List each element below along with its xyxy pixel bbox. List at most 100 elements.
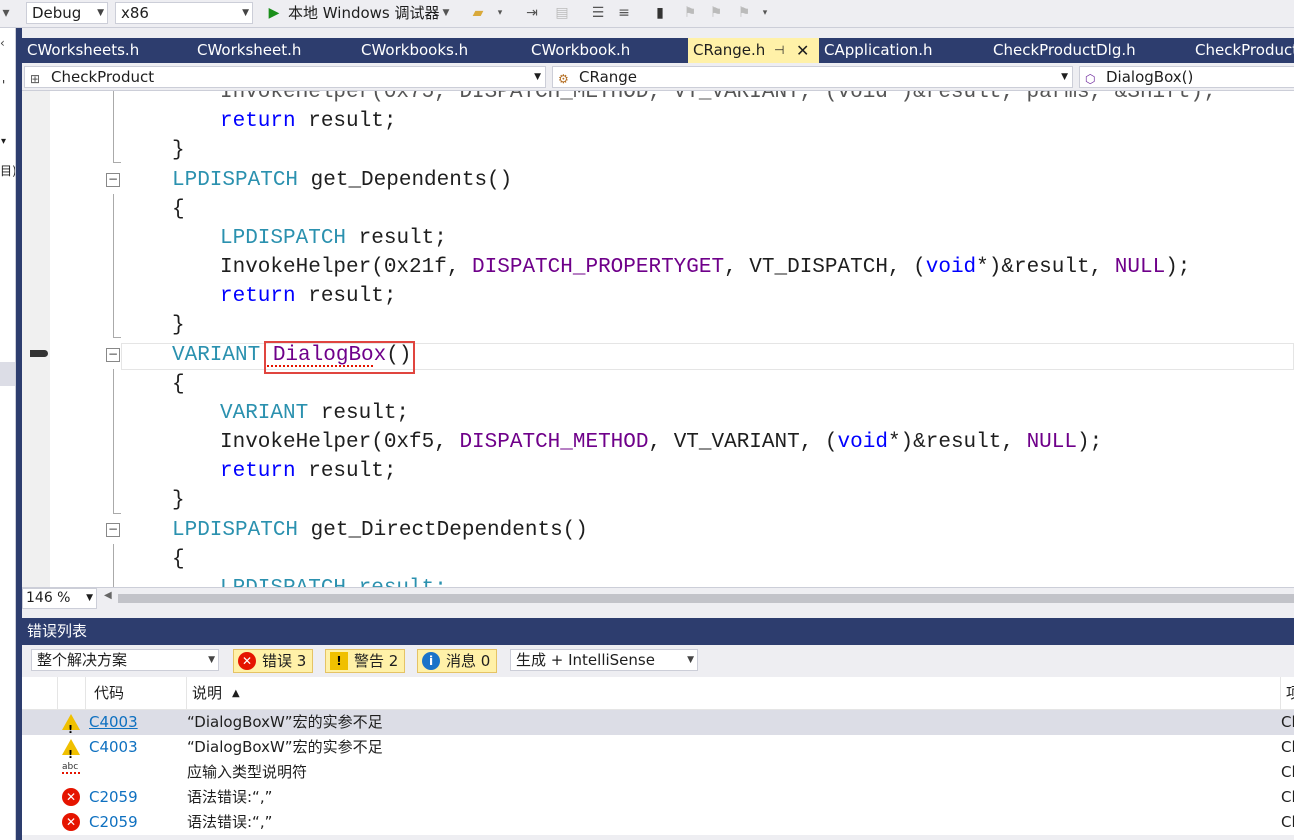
code-editor[interactable]: − − − InvokeHelper(0x75, DISPATCH_METHOD… xyxy=(22,91,1294,587)
tab-crange[interactable]: CRange.h ⊣ ✕ xyxy=(688,38,819,63)
config-dropdown[interactable]: Debug ▼ xyxy=(26,2,108,24)
keyword-void: void xyxy=(837,431,888,454)
column-divider[interactable] xyxy=(57,677,58,710)
tab-cworkbook[interactable]: CWorkbook.h xyxy=(526,38,690,63)
chevron-down-icon[interactable]: ▾ xyxy=(0,3,12,23)
tab-capplication[interactable]: CApplication.h xyxy=(819,38,987,63)
type-name: LPDISPATCH xyxy=(220,227,347,250)
tab-checkproduct[interactable]: CheckProduct xyxy=(1190,38,1294,63)
folder-icon[interactable]: ▰ xyxy=(468,3,488,23)
chevron-down-icon[interactable]: ▾ xyxy=(1,136,6,147)
chevron-down-icon[interactable]: ▼ xyxy=(440,3,452,23)
code-text: ); xyxy=(1076,431,1103,454)
column-divider[interactable] xyxy=(85,677,86,710)
column-divider[interactable] xyxy=(1280,677,1281,710)
error-code-link[interactable]: C2059 xyxy=(89,785,138,810)
project-dropdown[interactable]: ⊞ CheckProduct ▼ xyxy=(24,66,546,88)
error-row[interactable]: ! C4003 “DialogBoxW”宏的实参不足 Cl xyxy=(22,735,1294,761)
macro-name: NULL xyxy=(1114,256,1166,279)
code-line: LPDISPATCH result; xyxy=(220,224,447,253)
config-value: Debug xyxy=(32,4,82,22)
collapse-icon[interactable]: − xyxy=(106,173,120,187)
messages-filter-button[interactable]: i 消息 0 xyxy=(417,649,497,673)
warnings-filter-button[interactable]: ! 警告 2 xyxy=(325,649,405,673)
source-filter-value: 生成 + IntelliSense xyxy=(516,651,655,669)
code-text: { xyxy=(172,373,185,396)
code-text: { xyxy=(172,548,185,571)
keyword-return: return xyxy=(220,110,296,133)
error-row[interactable]: ! C4003 “DialogBoxW”宏的实参不足 Cl xyxy=(22,710,1294,736)
code-line: InvokeHelper(0x21f, DISPATCH_PROPERTYGET… xyxy=(220,253,1190,282)
error-code-link[interactable]: C4003 xyxy=(89,735,138,760)
column-header-code[interactable]: 代码 xyxy=(94,677,124,710)
horizontal-scrollbar[interactable] xyxy=(118,594,1294,603)
bookmark-icon[interactable]: ▮ xyxy=(650,3,670,23)
scroll-left-icon[interactable]: ◀ xyxy=(104,590,112,601)
tab-cworkbooks[interactable]: CWorkbooks.h xyxy=(356,38,526,63)
main-toolbar: ▾ Debug ▼ x86 ▼ ▶ 本地 Windows 调试器 ▼ ▰ ▾ ⇥ ▤… xyxy=(0,0,1294,28)
errors-filter-button[interactable]: ✕ 错误 3 xyxy=(233,649,313,673)
outline-guide-end xyxy=(113,162,121,163)
error-code-link[interactable]: C4003 xyxy=(89,710,138,735)
outline-guide xyxy=(113,194,114,338)
chevron-down-icon[interactable]: ▾ xyxy=(494,3,506,23)
error-list-toolbar: 整个解决方案 ▼ ✕ 错误 3 ! 警告 2 i 消息 0 生成 + IntelliSe… xyxy=(22,645,1294,677)
code-text: } xyxy=(172,314,185,337)
pin-icon[interactable]: ⊣ xyxy=(774,38,784,63)
platform-dropdown[interactable]: x86 ▼ xyxy=(115,2,253,24)
error-row[interactable]: ✕ C2059 语法错误:“,” Cl xyxy=(22,785,1294,810)
platform-value: x86 xyxy=(121,4,149,22)
column-header-project[interactable]: 项 xyxy=(1286,677,1294,710)
sort-ascending-icon: ▲ xyxy=(232,688,240,699)
error-row[interactable]: abc 应输入类型说明符 Cl xyxy=(22,760,1294,785)
side-quote: ' xyxy=(2,78,6,92)
chevron-left-icon[interactable]: ‹ xyxy=(0,36,5,50)
start-debugger-button[interactable]: 本地 Windows 调试器 xyxy=(288,3,440,23)
member-dropdown[interactable]: ⬡ DialogBox() xyxy=(1079,66,1294,88)
code-text: result; xyxy=(295,110,397,133)
code-text: result; xyxy=(295,285,397,308)
error-project: Cl xyxy=(1281,788,1294,806)
clear-bookmarks-icon[interactable]: ⚑ xyxy=(734,3,754,23)
keyword-return: return xyxy=(220,460,296,483)
macro-name: DISPATCH_PROPERTYGET xyxy=(472,256,725,279)
breakpoint-window-icon[interactable]: ▤ xyxy=(552,3,572,23)
error-icon: ✕ xyxy=(62,813,80,831)
error-code-link[interactable]: C2059 xyxy=(89,810,138,835)
project-value: CheckProduct xyxy=(51,68,155,86)
column-divider[interactable] xyxy=(186,677,187,710)
source-filter-dropdown[interactable]: 生成 + IntelliSense ▼ xyxy=(510,649,698,671)
tab-cworksheet[interactable]: CWorksheet.h xyxy=(192,38,356,63)
chevron-down-icon[interactable]: ▾ xyxy=(758,3,772,23)
errors-count: 错误 3 xyxy=(262,652,307,670)
tab-checkproductdlg[interactable]: CheckProductDlg.h xyxy=(988,38,1188,63)
collapse-icon[interactable]: − xyxy=(106,523,120,537)
tab-label: CApplication.h xyxy=(824,41,933,59)
error-project: Cl xyxy=(1281,738,1294,756)
tab-cworksheets[interactable]: CWorksheets.h xyxy=(22,38,192,63)
splitter[interactable] xyxy=(22,609,1294,618)
zoom-dropdown[interactable]: 146 % ▼ xyxy=(22,588,97,609)
chevron-down-icon: ▼ xyxy=(86,593,93,603)
close-icon[interactable]: ✕ xyxy=(796,38,809,63)
prev-bookmark-icon[interactable]: ⚑ xyxy=(680,3,700,23)
scope-filter-dropdown[interactable]: 整个解决方案 ▼ xyxy=(31,649,219,671)
scope-dropdown[interactable]: ⚙ CRange ▼ xyxy=(552,66,1073,88)
keyword-void: void xyxy=(925,256,977,279)
step-icon[interactable]: ⇥ xyxy=(522,3,542,23)
chevron-down-icon: ▼ xyxy=(97,8,104,18)
code-text: 0x21f, xyxy=(383,256,473,279)
code-text: } xyxy=(172,489,185,512)
collapse-icon[interactable]: − xyxy=(106,348,120,362)
play-icon[interactable]: ▶ xyxy=(264,3,284,23)
project-icon: ⊞ xyxy=(30,72,41,86)
code-text: 0xf5, xyxy=(383,431,460,454)
error-row[interactable]: ✕ C2059 语法错误:“,” Cl xyxy=(22,810,1294,835)
code-text: LPDISPATCH result; xyxy=(220,577,447,587)
column-header-description[interactable]: 说明 xyxy=(192,677,222,710)
code-line: LPDISPATCH get_Dependents() xyxy=(172,166,512,195)
indent-icon[interactable]: ☰ xyxy=(588,3,608,23)
comment-icon[interactable]: ≡ xyxy=(614,3,634,23)
code-line: { xyxy=(172,370,185,399)
next-bookmark-icon[interactable]: ⚑ xyxy=(706,3,726,23)
